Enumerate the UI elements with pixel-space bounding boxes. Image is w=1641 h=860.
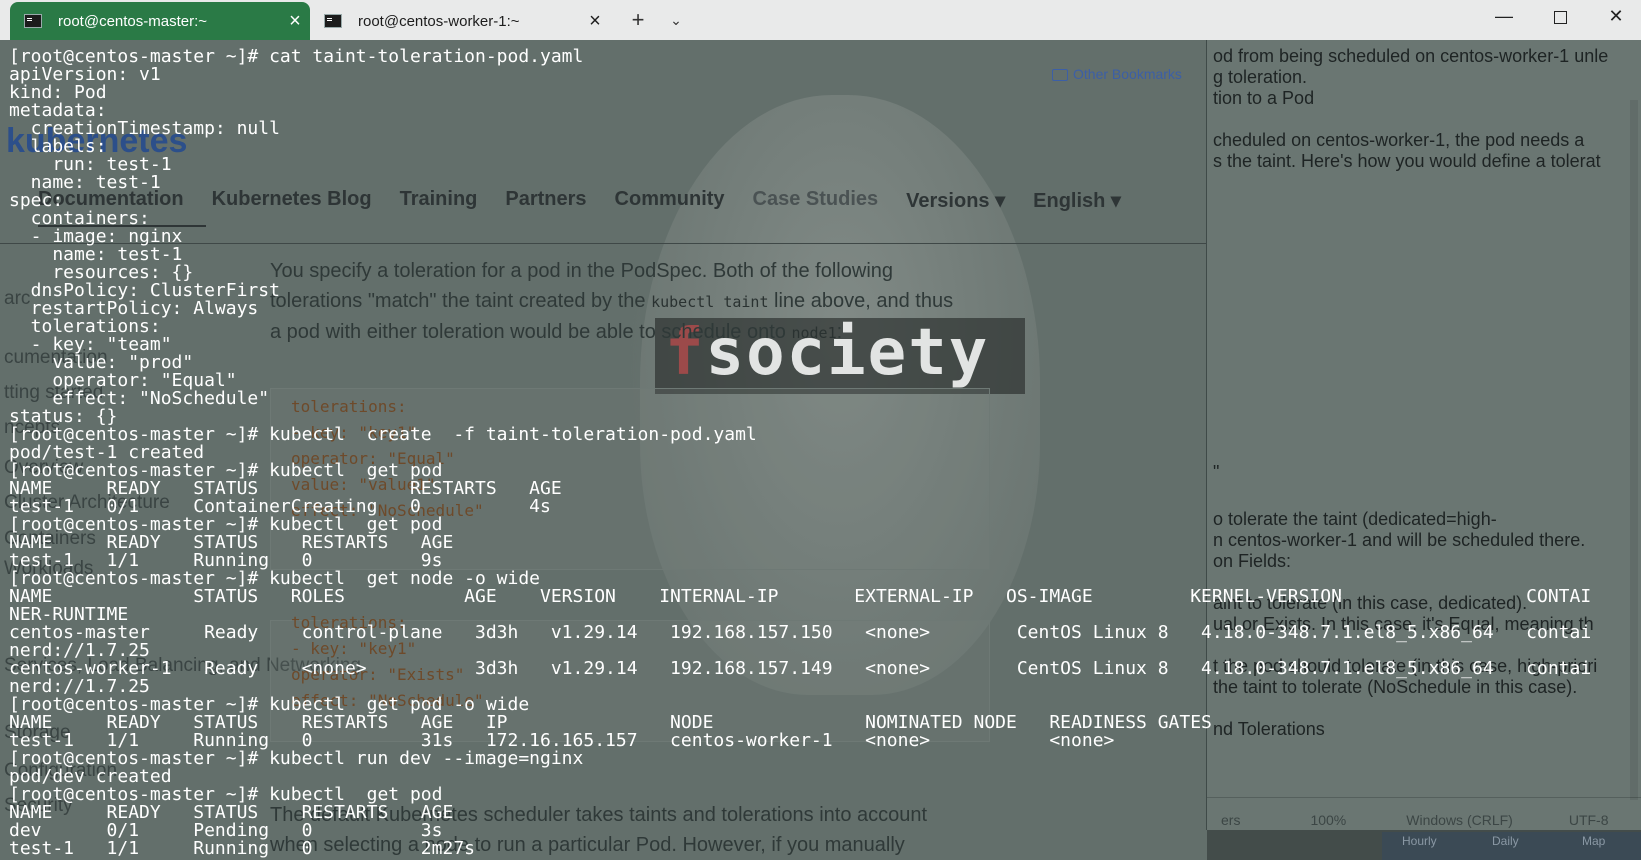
weather-tab-map[interactable]: Map bbox=[1582, 834, 1605, 848]
status-encoding-left: ers bbox=[1221, 812, 1241, 828]
notepad-line: cheduled on centos-worker-1, the pod nee… bbox=[1213, 130, 1585, 150]
docs-paragraph: The default Kubernetes scheduler takes t… bbox=[270, 804, 928, 856]
nav-divider bbox=[0, 243, 1210, 244]
weather-tab-hourly[interactable]: Hourly bbox=[1402, 834, 1437, 848]
notepad-line: od from being scheduled on centos-worker… bbox=[1213, 46, 1609, 66]
sidebar-item[interactable]: tting started bbox=[4, 382, 103, 404]
site-nav: Documentation Kubernetes Blog Training P… bbox=[38, 188, 1121, 213]
status-encoding[interactable]: UTF-8 bbox=[1569, 812, 1609, 828]
notepad-line: nd Tolerations bbox=[1213, 719, 1325, 739]
window-divider bbox=[1206, 40, 1207, 830]
tab-label: root@centos-master:~ bbox=[58, 12, 208, 30]
docs-code-block: tolerations: - key: "key1" operator: "Ex… bbox=[270, 613, 990, 742]
notepad-line: aint to tolerate (in this case, dedicate… bbox=[1213, 593, 1528, 613]
notepad-line: ual or Exists. In this case, it's Equal,… bbox=[1213, 614, 1594, 634]
close-window-button[interactable]: ✕ bbox=[1588, 0, 1641, 34]
notepad-line: on Fields: bbox=[1213, 551, 1292, 571]
status-zoom[interactable]: 100% bbox=[1310, 812, 1346, 828]
sidebar-item[interactable]: ncepts bbox=[4, 417, 60, 439]
nav-community[interactable]: Community bbox=[615, 188, 725, 213]
nav-training[interactable]: Training bbox=[400, 188, 478, 213]
window-titlebar: root@centos-master:~ × root@centos-worke… bbox=[0, 0, 1641, 40]
terminal-icon bbox=[24, 14, 42, 28]
folder-icon bbox=[1052, 69, 1068, 82]
weather-widget-strip: Hourly Daily Map bbox=[1207, 830, 1641, 860]
status-line-ending[interactable]: Windows (CRLF) bbox=[1406, 812, 1513, 828]
weather-pane: Hourly Daily Map bbox=[1382, 832, 1641, 860]
notepad-line: t the pod should tolerate (in this case,… bbox=[1213, 656, 1598, 676]
sidebar-item[interactable]: Workloads bbox=[4, 558, 93, 580]
sidebar-item[interactable]: Storage bbox=[4, 722, 71, 744]
notepad-line: the taint to tolerate (NoSchedule in thi… bbox=[1213, 677, 1578, 697]
notepad-line: s the taint. Here's how you would define… bbox=[1213, 151, 1601, 171]
nav-active-underline bbox=[38, 225, 206, 227]
chevron-down-icon[interactable]: ⌄ bbox=[664, 6, 688, 34]
notepad-scrollbar[interactable] bbox=[1630, 100, 1638, 800]
docs-paragraph: You specify a toleration for a pod in th… bbox=[270, 260, 954, 343]
weather-tab-daily[interactable]: Daily bbox=[1492, 834, 1519, 848]
minimize-button[interactable]: — bbox=[1476, 0, 1532, 34]
maximize-button[interactable] bbox=[1532, 0, 1588, 34]
notepad-line: g toleration. bbox=[1213, 67, 1308, 87]
notepad-line: n centos-worker-1 and will be scheduled … bbox=[1213, 530, 1586, 550]
sidebar-item[interactable]: Overview bbox=[4, 457, 83, 479]
nav-documentation[interactable]: Documentation bbox=[38, 188, 184, 213]
maximize-icon bbox=[1553, 10, 1567, 24]
nav-partners[interactable]: Partners bbox=[505, 188, 586, 213]
nav-english[interactable]: English ▾ bbox=[1033, 188, 1121, 213]
tab-centos-worker-1[interactable]: root@centos-worker-1:~ × bbox=[310, 2, 610, 40]
kubernetes-logo[interactable]: kubernetes bbox=[6, 122, 187, 161]
notepad-line: " bbox=[1213, 462, 1220, 482]
sidebar-item[interactable]: Containers bbox=[4, 528, 96, 550]
terminal-icon bbox=[324, 14, 342, 28]
close-tab-icon[interactable]: × bbox=[580, 10, 610, 33]
new-tab-button[interactable]: + bbox=[626, 6, 650, 34]
nav-case-studies[interactable]: Case Studies bbox=[753, 188, 879, 213]
sidebar-item[interactable]: Security bbox=[4, 795, 73, 817]
tab-label: root@centos-worker-1:~ bbox=[358, 12, 520, 30]
notepad-line: tion to a Pod bbox=[1213, 88, 1315, 108]
other-bookmarks-button[interactable]: Other Bookmarks bbox=[1052, 66, 1182, 82]
nav-kubernetes-blog[interactable]: Kubernetes Blog bbox=[212, 188, 372, 213]
sidebar-item[interactable]: Cluster Architecture bbox=[4, 492, 170, 514]
sidebar-item[interactable]: arc bbox=[4, 288, 30, 310]
close-tab-icon[interactable]: × bbox=[280, 10, 310, 33]
docs-code-block: tolerations: - key: "key1" operator: "Eq… bbox=[270, 388, 990, 570]
nav-versions[interactable]: Versions ▾ bbox=[906, 188, 1005, 213]
sidebar-item[interactable]: Configuration bbox=[4, 760, 117, 782]
tab-centos-master[interactable]: root@centos-master:~ × bbox=[10, 2, 310, 40]
notepad-line: o tolerate the taint (dedicated=high- bbox=[1213, 509, 1497, 529]
sidebar-item[interactable]: cumentation bbox=[4, 347, 108, 369]
notepad-window: od from being scheduled on centos-worker… bbox=[1207, 40, 1641, 860]
